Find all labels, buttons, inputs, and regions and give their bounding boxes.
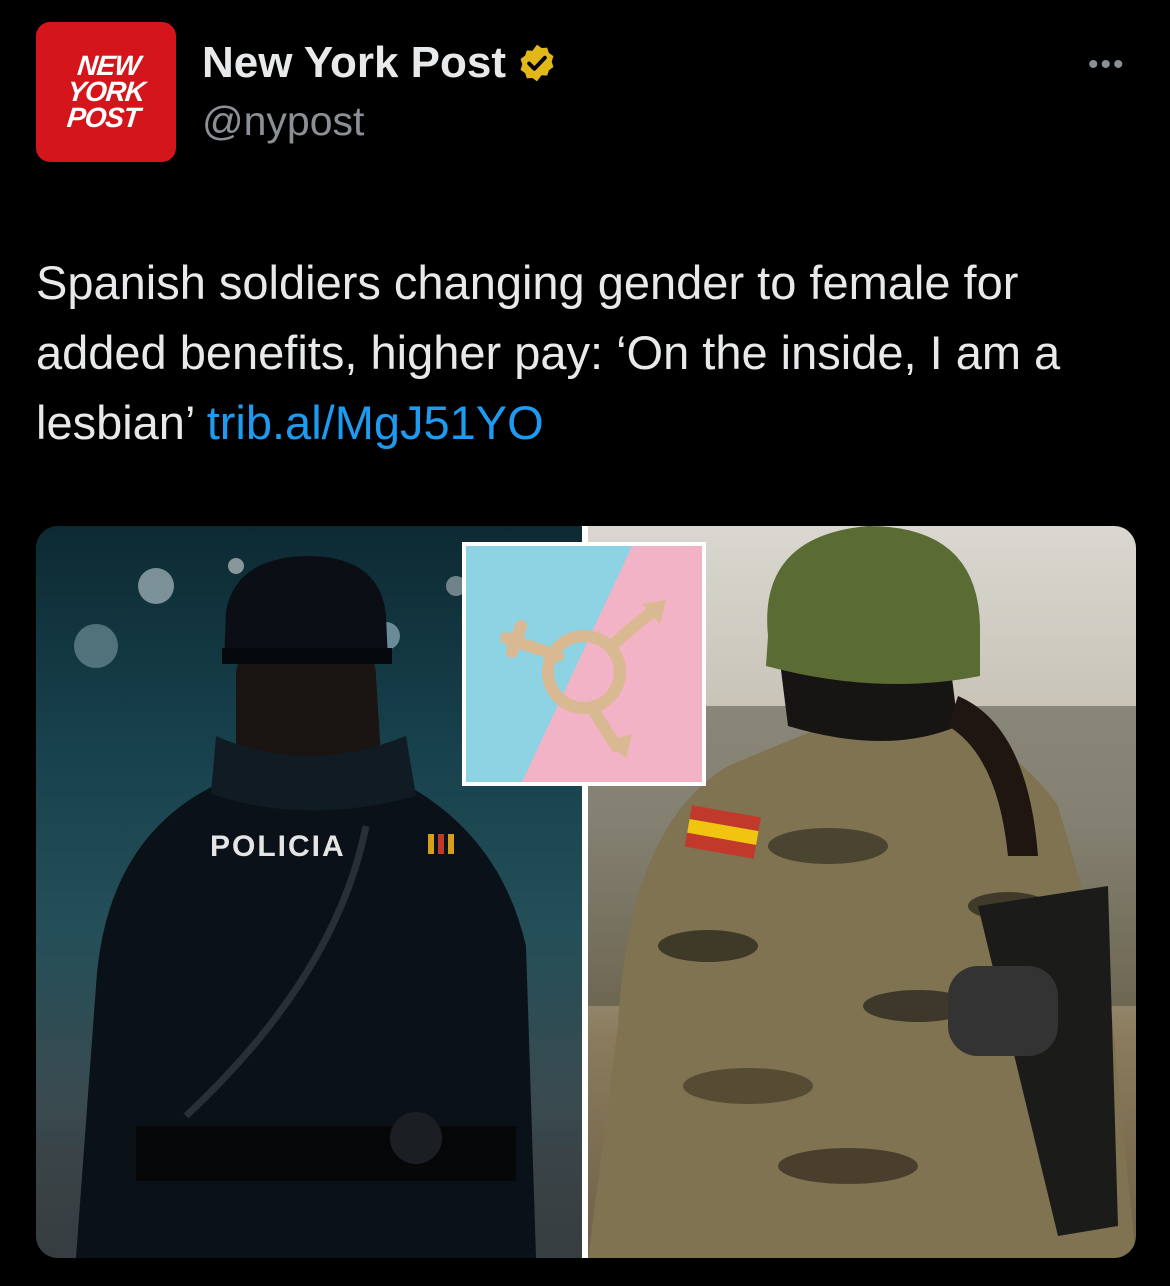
tweet-media[interactable]: POLICIA — [36, 526, 1136, 1258]
tweet-link[interactable]: trib.al/MgJ51YO — [207, 396, 544, 449]
author-name[interactable]: New York Post — [202, 38, 506, 88]
author-name-row[interactable]: New York Post — [202, 38, 558, 88]
transgender-symbol-inset — [462, 542, 706, 786]
police-label: POLICIA — [210, 830, 346, 863]
avatar[interactable]: NEW YORK POST — [36, 22, 176, 162]
more-horizontal-icon[interactable]: ••• — [1088, 48, 1126, 82]
author-handle[interactable]: @nypost — [202, 98, 364, 145]
tweet-body: Spanish soldiers changing gender to fema… — [36, 256, 1061, 449]
tweet-text: Spanish soldiers changing gender to fema… — [36, 248, 1136, 458]
verified-badge-icon — [516, 42, 558, 84]
nypost-logo: NEW YORK POST — [65, 50, 147, 133]
